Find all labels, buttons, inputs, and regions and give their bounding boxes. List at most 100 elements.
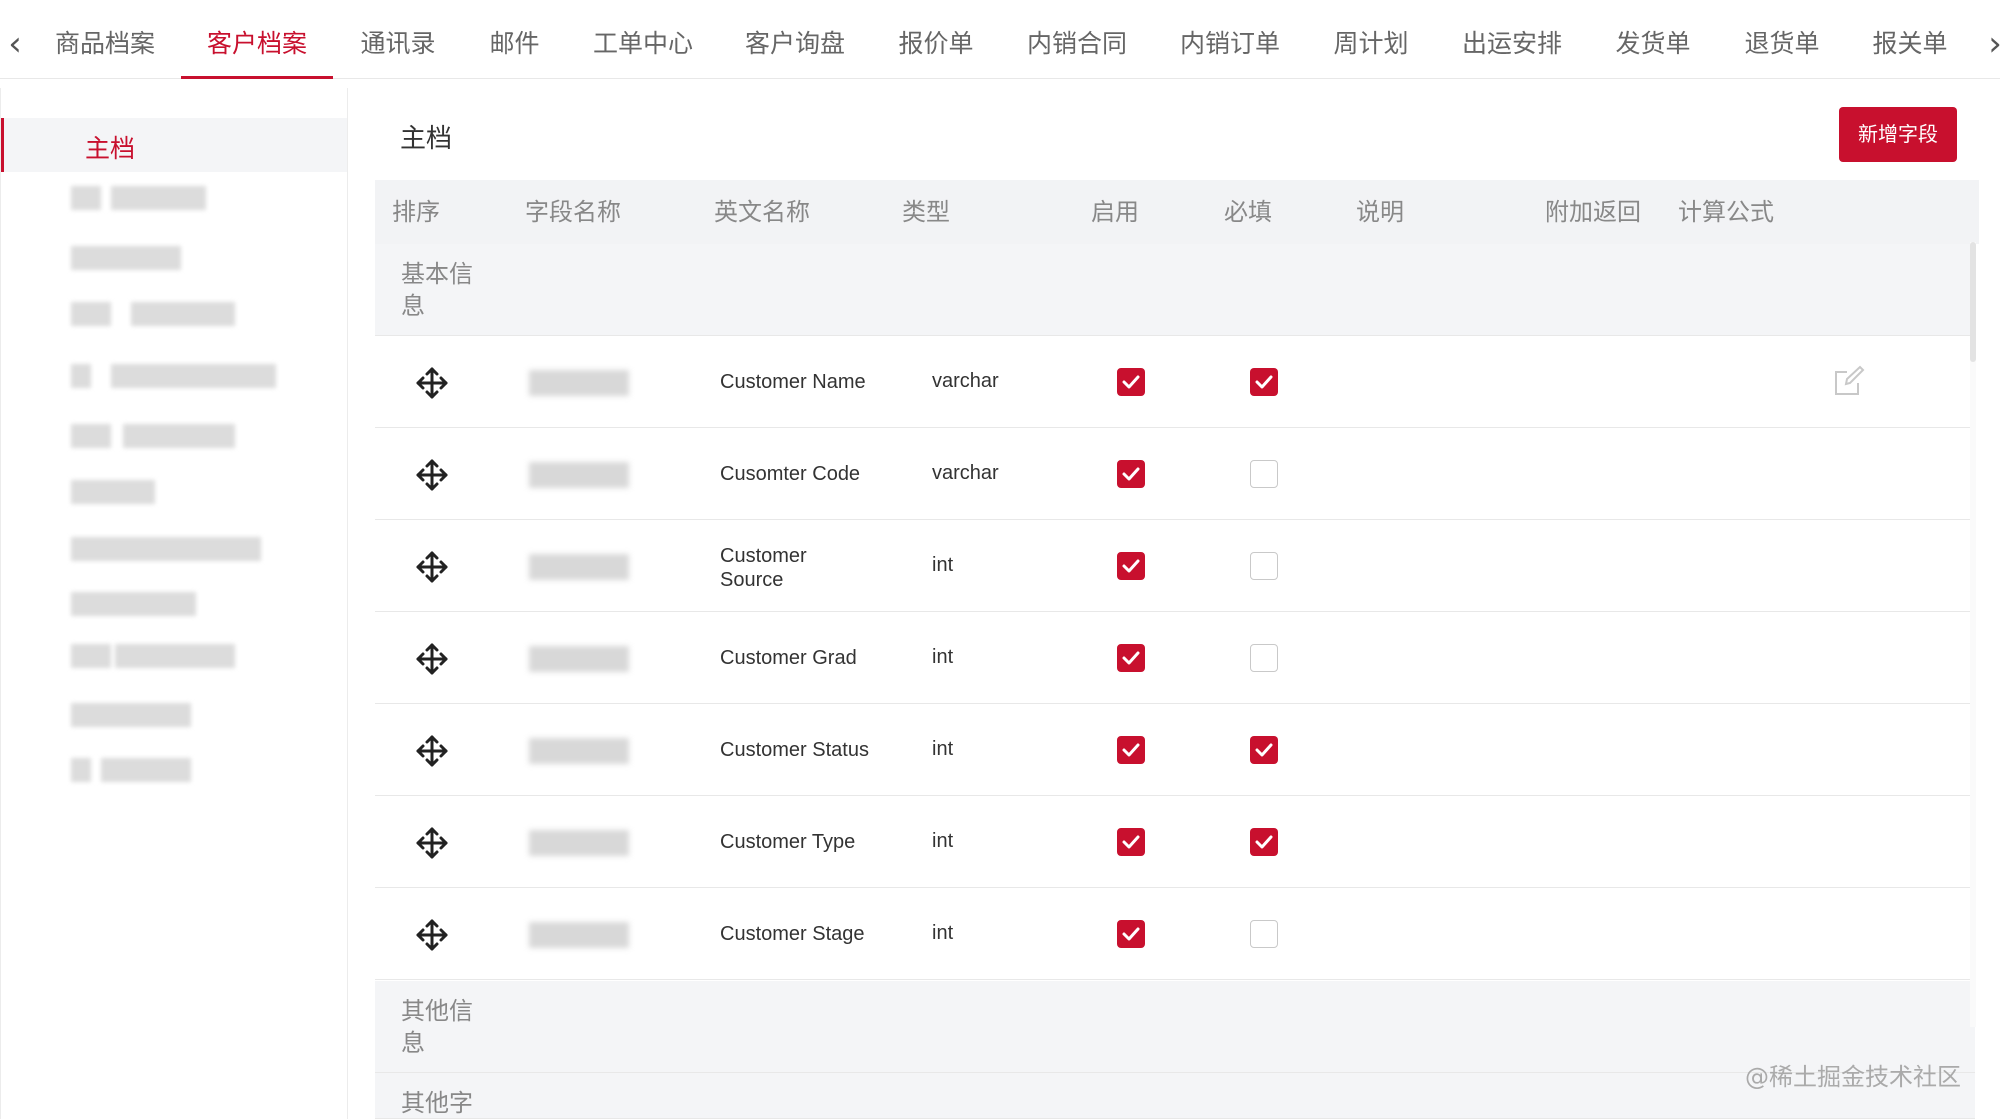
english-name-cell: Customer Source [720,545,807,591]
drag-handle-icon[interactable] [415,366,449,400]
header-order: 排序 [392,198,440,226]
field-name-redacted [529,546,629,588]
drag-handle-icon[interactable] [415,458,449,492]
sidebar-item-redacted[interactable] [71,750,191,790]
field-name-redacted [529,362,629,404]
english-name-cell: Customer Name [720,371,866,393]
enabled-checkbox[interactable] [1117,828,1145,856]
tab-delivery-note[interactable]: 发货单 [1613,0,1693,79]
tab-contacts[interactable]: 通讯录 [358,0,438,79]
enabled-checkbox[interactable] [1117,920,1145,948]
tab-weekly-plan[interactable]: 周计划 [1331,0,1411,79]
english-name-cell: Customer Type [720,831,856,853]
group-label: 其他字 [401,1089,473,1117]
field-name-redacted [529,454,629,496]
sidebar-item-main-archive[interactable]: 主档 [1,118,347,172]
watermark: @稀土掘金技术社区 [1745,1063,1961,1091]
main-panel: 主档 新增字段 排序 字段名称 英文名称 类型 启用 必填 说明 附加返回 计算… [349,88,2000,1119]
active-indicator [1,118,4,172]
type-cell: varchar [932,462,999,484]
tab-mail[interactable]: 邮件 [487,0,542,79]
tab-return-note[interactable]: 退货单 [1742,0,1822,79]
header-english-name: 英文名称 [714,198,810,226]
group-row-basic: 基本信息 [375,244,1975,336]
drag-handle-icon[interactable] [415,642,449,676]
tab-customer-archive[interactable]: 客户档案 [181,0,333,79]
field-table: 排序 字段名称 英文名称 类型 启用 必填 说明 附加返回 计算公式 基本信息 … [375,180,1979,1119]
tab-ticket-center[interactable]: 工单中心 [591,0,695,79]
group-row-other-info: 其他信息 [375,981,1975,1073]
english-name-cell: Customer Grad [720,647,857,669]
chevron-right-icon[interactable]: › [1980,24,2000,64]
chevron-left-icon[interactable]: ‹ [0,24,30,64]
field-name-redacted [529,638,629,680]
header-required: 必填 [1224,198,1272,226]
tab-domestic-contract[interactable]: 内销合同 [1025,0,1129,79]
drag-handle-icon[interactable] [415,918,449,952]
tab-customs-declaration[interactable]: 报关单 [1870,0,1950,79]
sidebar-item-redacted[interactable] [71,636,235,676]
drag-handle-icon[interactable] [415,550,449,584]
sidebar-item-redacted[interactable] [71,178,206,218]
top-tab-bar: ‹ 商品档案 客户档案 通讯录 邮件 工单中心 客户询盘 报价单 内销合同 内销… [0,0,2000,79]
header-field-name: 字段名称 [525,198,621,226]
sidebar-item-redacted[interactable] [71,416,235,456]
group-row-other-fields: 其他字 [375,1073,1975,1119]
sidebar-item-label: 主档 [85,134,136,163]
type-cell: int [932,738,954,760]
field-name-redacted [529,822,629,864]
tab-product-archive[interactable]: 商品档案 [54,0,156,79]
sidebar-item-redacted[interactable] [71,695,191,735]
header-formula: 计算公式 [1678,198,1774,226]
english-name-cell: Customer Status [720,739,869,761]
enabled-checkbox[interactable] [1117,644,1145,672]
type-cell: int [932,646,954,668]
required-checkbox[interactable] [1250,828,1278,856]
sidebar-item-redacted[interactable] [71,584,196,624]
required-checkbox[interactable] [1250,460,1278,488]
header-description: 说明 [1356,198,1404,226]
enabled-checkbox[interactable] [1117,736,1145,764]
table-row[interactable]: Customer Source int [375,520,1975,612]
tab-quotation[interactable]: 报价单 [896,0,976,79]
group-label: 基本信息 [401,260,473,320]
table-row[interactable]: Customer Status int [375,704,1975,796]
drag-handle-icon[interactable] [415,734,449,768]
tab-shipment-arrangement[interactable]: 出运安排 [1460,0,1564,79]
sidebar-item-redacted[interactable] [71,472,155,512]
table-row[interactable]: Customer Type int [375,796,1975,888]
add-field-button[interactable]: 新增字段 [1839,107,1957,162]
sidebar-item-redacted[interactable] [71,529,261,569]
sidebar-item-redacted[interactable] [71,356,276,396]
required-checkbox[interactable] [1250,552,1278,580]
table-scrollbar[interactable] [1970,242,1976,1027]
table-header: 排序 字段名称 英文名称 类型 启用 必填 说明 附加返回 计算公式 [375,180,1979,244]
table-row[interactable]: Customer Stage int [375,888,1975,980]
field-name-redacted [529,730,629,772]
required-checkbox[interactable] [1250,920,1278,948]
header-enabled: 启用 [1091,198,1139,226]
tab-customer-inquiry[interactable]: 客户询盘 [743,0,847,79]
type-cell: int [932,554,954,576]
scrollbar-thumb[interactable] [1970,242,1976,362]
tab-domestic-order[interactable]: 内销订单 [1178,0,1282,79]
field-name-redacted [529,914,629,956]
enabled-checkbox[interactable] [1117,368,1145,396]
header-extra-return: 附加返回 [1545,198,1641,226]
english-name-cell: Customer Stage [720,923,865,945]
table-row[interactable]: Cusomter Code varchar [375,428,1975,520]
drag-handle-icon[interactable] [415,826,449,860]
type-cell: int [932,922,954,944]
table-row[interactable]: Customer Grad int [375,612,1975,704]
type-cell: varchar [932,370,999,392]
required-checkbox[interactable] [1250,644,1278,672]
required-checkbox[interactable] [1250,736,1278,764]
edit-icon[interactable] [1832,364,1866,398]
sidebar-item-redacted[interactable] [71,294,235,334]
enabled-checkbox[interactable] [1117,460,1145,488]
enabled-checkbox[interactable] [1117,552,1145,580]
table-row[interactable]: Customer Name varchar [375,336,1975,428]
required-checkbox[interactable] [1250,368,1278,396]
sidebar-item-redacted[interactable] [71,238,181,278]
group-label: 其他信息 [401,997,473,1057]
